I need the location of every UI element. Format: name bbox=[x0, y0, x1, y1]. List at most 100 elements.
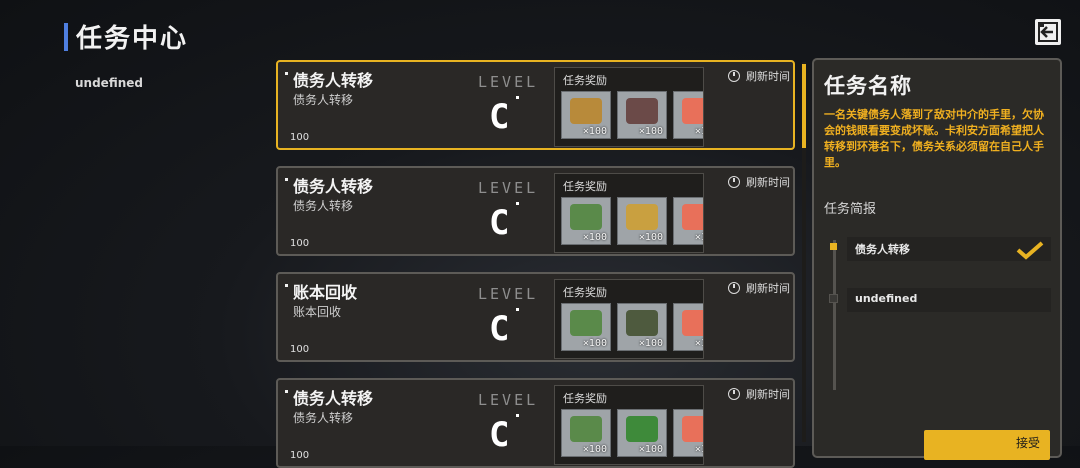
rewards-label: 任务奖励 bbox=[563, 286, 607, 299]
clock-icon bbox=[728, 282, 740, 294]
brief-label: 任务简报 bbox=[824, 202, 877, 217]
refresh-time: 刷新时间 bbox=[728, 68, 790, 84]
orange-coin-icon bbox=[682, 310, 703, 336]
reward-slot[interactable]: ×100 bbox=[673, 303, 703, 351]
reward-qty: ×100 bbox=[638, 126, 663, 137]
reward-slot[interactable]: ×100 bbox=[617, 91, 667, 139]
refresh-label: 刷新时间 bbox=[746, 70, 790, 83]
reward-qty: ×100 bbox=[582, 232, 607, 243]
ore-rock-icon bbox=[626, 98, 658, 124]
scrollbar-thumb[interactable] bbox=[802, 64, 806, 148]
bullet-marker bbox=[285, 178, 288, 181]
quest-points: 100 bbox=[290, 238, 310, 249]
plant-crate-icon bbox=[570, 204, 602, 230]
reward-slot[interactable]: ×100 bbox=[673, 409, 703, 457]
rewards-box: 任务奖励 ×100 ×100 ×100 bbox=[554, 279, 704, 359]
level-grade: C bbox=[489, 203, 510, 243]
rewards-box: 任务奖励 ×100 ×100 ×100 bbox=[554, 67, 704, 147]
wooden-crate-icon bbox=[570, 98, 602, 124]
reward-slot[interactable]: ×100 bbox=[673, 197, 703, 245]
quest-points: 100 bbox=[290, 132, 310, 143]
reward-qty: ×100 bbox=[582, 126, 607, 137]
accept-label: 接受 bbox=[1016, 436, 1041, 450]
step-item: 债务人转移 bbox=[847, 237, 1051, 261]
reward-slot[interactable]: ×100 bbox=[561, 197, 611, 245]
quest-subtitle: 债务人转移 bbox=[293, 199, 354, 213]
level-label: LEVEL bbox=[478, 73, 539, 91]
grade-dot bbox=[516, 414, 519, 417]
refresh-label: 刷新时间 bbox=[746, 176, 790, 189]
orange-coin-icon bbox=[682, 416, 703, 442]
level-label: LEVEL bbox=[478, 285, 539, 303]
quest-subtitle: 债务人转移 bbox=[293, 93, 354, 107]
quest-card[interactable]: 债务人转移 债务人转移 100 LEVEL C 任务奖励 ×100 ×100 ×… bbox=[276, 60, 795, 150]
step-label: 债务人转移 bbox=[855, 243, 910, 256]
plant-crate-icon bbox=[570, 416, 602, 442]
reward-qty: ×100 bbox=[694, 232, 703, 243]
reward-slot[interactable]: ×100 bbox=[561, 303, 611, 351]
refresh-time: 刷新时间 bbox=[728, 174, 790, 190]
reward-qty: ×100 bbox=[694, 126, 703, 137]
reward-slot[interactable]: ×100 bbox=[617, 303, 667, 351]
steps-timeline bbox=[833, 240, 836, 390]
page-header: 任务中心 bbox=[64, 18, 188, 55]
detail-description: 一名关键债务人落到了敌对中介的手里，欠协会的钱眼看要变成坏账。卡利安方面希望把人… bbox=[824, 108, 1044, 169]
checkmark-icon bbox=[1016, 241, 1044, 260]
quest-name: 债务人转移 bbox=[293, 71, 374, 90]
refresh-label: 刷新时间 bbox=[746, 282, 790, 295]
level-grade: C bbox=[489, 97, 510, 137]
reward-slot[interactable]: ×100 bbox=[617, 197, 667, 245]
clock-icon bbox=[728, 176, 740, 188]
refresh-label: 刷新时间 bbox=[746, 388, 790, 401]
refresh-time: 刷新时间 bbox=[728, 386, 790, 402]
gold-ore-icon bbox=[626, 204, 658, 230]
orange-coin-icon bbox=[682, 204, 703, 230]
rewards-label: 任务奖励 bbox=[563, 180, 607, 193]
page-title: 任务中心 bbox=[76, 24, 189, 54]
detail-title: 任务名称 bbox=[824, 74, 912, 98]
quest-card[interactable]: 债务人转移 债务人转移 100 LEVEL C 任务奖励 ×100 ×100 ×… bbox=[276, 378, 795, 468]
grade-dot bbox=[516, 96, 519, 99]
green-herb-icon bbox=[626, 416, 658, 442]
step-node-active bbox=[830, 243, 837, 250]
mossy-rock-icon bbox=[626, 310, 658, 336]
orange-coin-icon bbox=[682, 98, 703, 124]
quest-card[interactable]: 账本回收 账本回收 100 LEVEL C 任务奖励 ×100 ×100 ×10… bbox=[276, 272, 795, 362]
quest-name: 债务人转移 bbox=[293, 389, 374, 408]
step-item: undefined bbox=[847, 288, 1051, 312]
quest-detail-panel: 任务名称 一名关键债务人落到了敌对中介的手里，欠协会的钱眼看要变成坏账。卡利安方… bbox=[812, 58, 1062, 458]
rewards-box: 任务奖励 ×100 ×100 ×100 bbox=[554, 173, 704, 253]
grade-dot bbox=[516, 308, 519, 311]
quest-subtitle: 账本回收 bbox=[293, 305, 342, 319]
reward-slot[interactable]: ×100 bbox=[673, 91, 703, 139]
step-node bbox=[829, 294, 838, 303]
quest-name: 债务人转移 bbox=[293, 177, 374, 196]
bullet-marker bbox=[285, 284, 288, 287]
reward-slot[interactable]: ×100 bbox=[561, 409, 611, 457]
grade-dot bbox=[516, 202, 519, 205]
accept-button[interactable]: 接受 bbox=[924, 430, 1050, 460]
quest-name: 账本回收 bbox=[293, 283, 358, 302]
refresh-time: 刷新时间 bbox=[728, 280, 790, 296]
quest-card[interactable]: 债务人转移 债务人转移 100 LEVEL C 任务奖励 ×100 ×100 ×… bbox=[276, 166, 795, 256]
reward-slot[interactable]: ×100 bbox=[561, 91, 611, 139]
back-exit-icon bbox=[1038, 22, 1058, 42]
clock-icon bbox=[728, 388, 740, 400]
quest-points: 100 bbox=[290, 450, 310, 461]
clock-icon bbox=[728, 70, 740, 82]
level-grade: C bbox=[489, 415, 510, 455]
reward-slot[interactable]: ×100 bbox=[617, 409, 667, 457]
rewards-label: 任务奖励 bbox=[563, 74, 607, 87]
plant-crate-icon bbox=[570, 310, 602, 336]
rewards-box: 任务奖励 ×100 ×100 ×100 bbox=[554, 385, 704, 465]
level-label: LEVEL bbox=[478, 391, 539, 409]
bullet-marker bbox=[285, 390, 288, 393]
bullet-marker bbox=[285, 72, 288, 75]
level-grade: C bbox=[489, 309, 510, 349]
reward-qty: ×100 bbox=[582, 338, 607, 349]
back-button[interactable] bbox=[1035, 19, 1061, 45]
quest-points: 100 bbox=[290, 344, 310, 355]
quest-subtitle: 债务人转移 bbox=[293, 411, 354, 425]
reward-qty: ×100 bbox=[638, 232, 663, 243]
step-label: undefined bbox=[855, 292, 918, 305]
